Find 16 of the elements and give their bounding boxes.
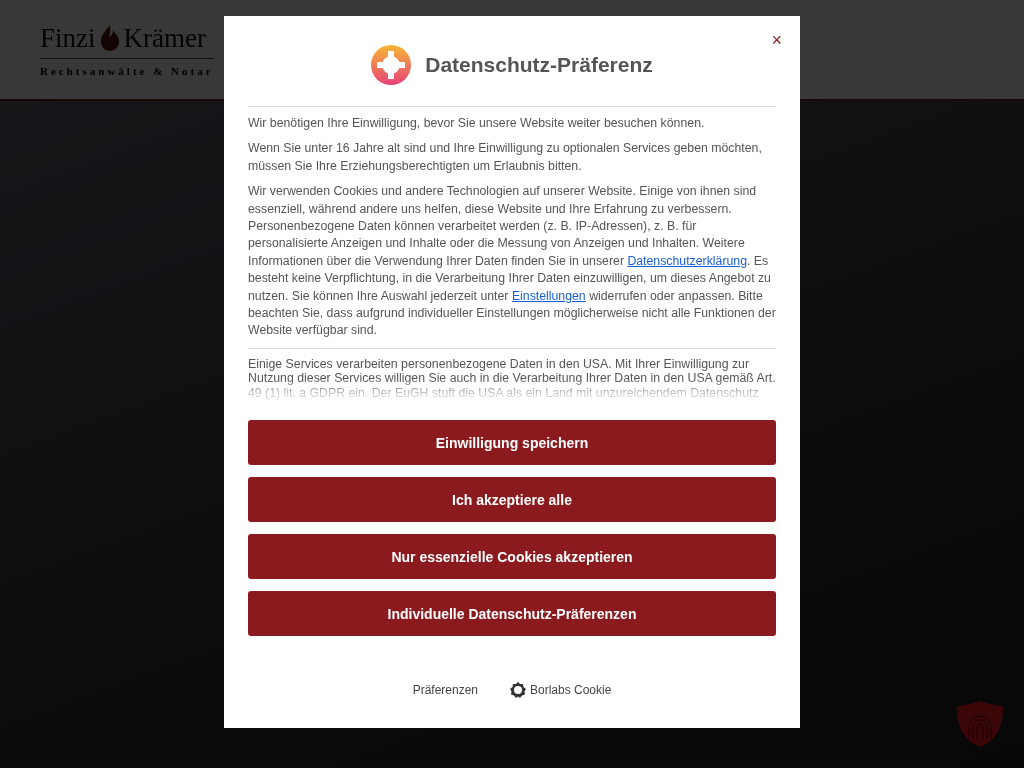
consent-button[interactable]: Ich akzeptiere alle xyxy=(248,477,776,523)
close-button[interactable]: × xyxy=(769,32,784,48)
paragraph: Wir benötigen Ihre Einwilligung, bevor Sie unsere Website weiter besuchen können. xyxy=(248,115,706,132)
paragraph: Wir verwenden Cookies und andere Technologien auf unserer Website. Einige von ihnen sind essenziell, während andere uns helfen, diese Website und Ihre Erfahrung zu verbessern. Personenbezogene Daten können verarbeitet werden (z. B. IP-Adressen), z. B. für personalisierte Anzeigen und Inhalte oder die Messung von Anzeigen und Inhalten. Weitere Informationen über die Verwendung Ihrer Daten finden Sie in unserer Datenschutzerklärung. Es besteht keine Verpflichtung, in die Verarbeitung Ihrer Daten einzuwilligen, um dieses Angebot zu nutzen. Sie können Ihre Auswahl jederzeit unter Einstellungen widerrufen oder anpassen. Bitte beachten Sie, dass aufgrund individueller Einstellungen möglicherweise nicht alle Funktionen der Website verfügbar sind. xyxy=(248,183,776,340)
gear-icon xyxy=(510,682,526,698)
shield-fingerprint-icon[interactable] xyxy=(955,699,1005,749)
text-link[interactable]: Einstellungen xyxy=(511,288,586,303)
text-link[interactable]: Datenschutzerklärung xyxy=(627,253,747,268)
consent-button[interactable]: Nur essenzielle Cookies akzeptieren xyxy=(248,534,776,580)
consent-button[interactable]: Einwilligung speichern xyxy=(248,420,776,466)
paragraph: Wenn Sie unter 16 Jahre alt sind und Ihre Einwilligung zu optionalen Services geben möchten, müssen Sie Ihre Erziehungsberechtigten um Erlaubnis bitten. xyxy=(248,140,763,175)
dialog-title: Datenschutz-Präferenz xyxy=(425,53,653,77)
footer-link[interactable]: Präferenzen xyxy=(412,683,478,697)
logo-tagline: Rechtsanwälte & Notar xyxy=(40,64,214,77)
footer-link[interactable]: Borlabs Cookie xyxy=(530,683,612,697)
consent-button[interactable]: Individuelle Datenschutz-Präferenzen xyxy=(248,591,776,637)
